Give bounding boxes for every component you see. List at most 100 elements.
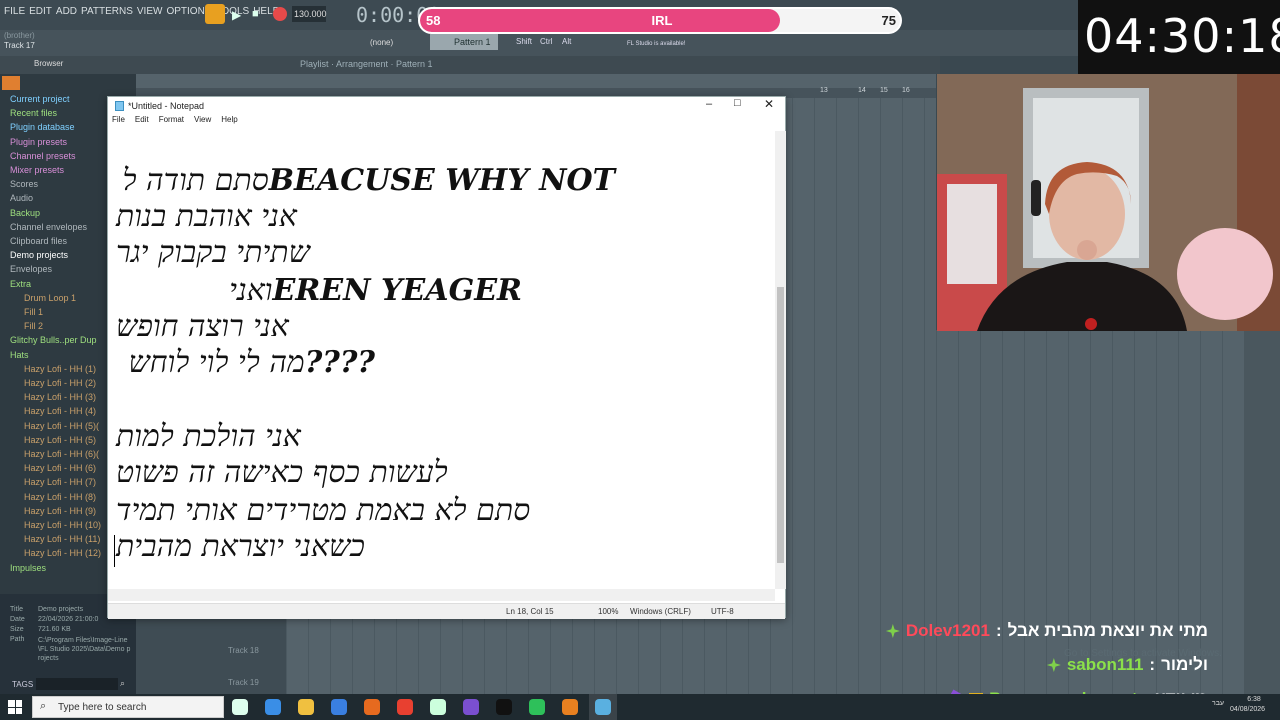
shift-button[interactable]: Shift bbox=[516, 37, 532, 46]
mail-icon[interactable] bbox=[331, 699, 347, 715]
hebrew-text: ואני bbox=[229, 273, 273, 308]
browser-item[interactable]: Channel presets bbox=[10, 151, 76, 161]
track-name: Track 17 bbox=[4, 41, 35, 50]
browser-item[interactable]: Backup bbox=[10, 208, 40, 218]
windows-start-icon[interactable] bbox=[8, 700, 22, 714]
browser-item[interactable]: Hazy Lofi - HH (9) bbox=[24, 506, 96, 516]
snap-select[interactable]: (none) bbox=[370, 38, 393, 47]
menu-view[interactable]: VIEW bbox=[137, 6, 163, 17]
tray-language[interactable]: עבר bbox=[1212, 700, 1224, 707]
menu-file[interactable]: FILE bbox=[4, 6, 25, 17]
browser-item[interactable]: Impulses bbox=[10, 563, 46, 573]
browser-item[interactable]: Hazy Lofi - HH (2) bbox=[24, 378, 96, 388]
store-icon[interactable] bbox=[430, 699, 446, 715]
browser-item[interactable]: Current project bbox=[10, 94, 70, 104]
np-menu-view[interactable]: View bbox=[194, 115, 211, 131]
grid-line bbox=[814, 98, 815, 694]
file-explorer-icon[interactable] bbox=[298, 699, 314, 715]
track-18-label: Track 18 bbox=[228, 646, 259, 655]
stop-icon[interactable]: ■ bbox=[252, 8, 259, 20]
browser-item[interactable]: Clipboard files bbox=[10, 236, 67, 246]
taskbar-search[interactable]: ⌕ Type here to search bbox=[32, 696, 224, 718]
record-icon[interactable] bbox=[273, 7, 287, 21]
browser-item[interactable]: Hazy Lofi - HH (5) bbox=[24, 435, 96, 445]
spotify-icon[interactable] bbox=[529, 699, 545, 715]
notepad-hscrollbar[interactable] bbox=[108, 589, 775, 601]
browser-item[interactable]: Hazy Lofi - HH (6) bbox=[24, 463, 96, 473]
tray-time[interactable]: 6:38 bbox=[1236, 696, 1272, 703]
webcam-image bbox=[937, 74, 1280, 331]
search-icon[interactable]: ⌕ bbox=[120, 678, 125, 689]
browser-item[interactable]: Hazy Lofi - HH (5)( bbox=[24, 421, 99, 431]
pat-song-toggle[interactable] bbox=[205, 4, 225, 24]
browser-item[interactable]: Hazy Lofi - HH (6)( bbox=[24, 449, 99, 459]
browser-item[interactable]: Hazy Lofi - HH (8) bbox=[24, 492, 96, 502]
close-icon[interactable]: ✕ bbox=[764, 97, 774, 111]
menu-edit[interactable]: EDIT bbox=[29, 6, 52, 17]
np-menu-edit[interactable]: Edit bbox=[135, 115, 149, 131]
browser-item[interactable]: Mixer presets bbox=[10, 165, 64, 175]
browser-item[interactable]: Channel envelopes bbox=[10, 222, 87, 232]
steam-icon[interactable] bbox=[496, 699, 512, 715]
notepad-scroll-thumb[interactable] bbox=[777, 287, 784, 563]
notepad-window: *Untitled - Notepad – □ ✕ File Edit Form… bbox=[107, 96, 786, 619]
hebrew-text: אני רוצה חופש bbox=[116, 309, 289, 344]
notepad-line: סתם לא באמת מטרידים אותי תמיד bbox=[116, 493, 530, 528]
firefox-icon[interactable] bbox=[364, 699, 380, 715]
np-menu-file[interactable]: File bbox=[112, 115, 125, 131]
alt-button[interactable]: Alt bbox=[562, 37, 571, 46]
browser-item[interactable]: Hazy Lofi - HH (4) bbox=[24, 406, 96, 416]
notepad-vscrollbar[interactable] bbox=[775, 131, 786, 589]
edge-icon[interactable] bbox=[265, 699, 281, 715]
browser-item[interactable]: Hazy Lofi - HH (11) bbox=[24, 534, 100, 544]
browser-item[interactable]: Hazy Lofi - HH (10) bbox=[24, 520, 101, 530]
grid-line bbox=[836, 98, 837, 694]
grid-line bbox=[1222, 330, 1223, 694]
tempo-display[interactable]: 130.000 bbox=[292, 6, 327, 22]
browser-item[interactable]: Hazy Lofi - HH (3) bbox=[24, 392, 96, 402]
browser-item[interactable]: Envelopes bbox=[10, 264, 52, 274]
minimize-icon[interactable]: – bbox=[706, 98, 712, 110]
latin-text: EREN YEAGER bbox=[272, 273, 522, 308]
browser-plus-icon[interactable] bbox=[2, 76, 20, 90]
pattern-selector[interactable]: Pattern 1 bbox=[430, 34, 498, 50]
np-menu-format[interactable]: Format bbox=[159, 115, 184, 131]
browser-item[interactable]: Extra bbox=[10, 279, 31, 289]
fl-studio-icon[interactable] bbox=[562, 699, 578, 715]
task-view-icon[interactable] bbox=[232, 699, 248, 715]
chrome-icon[interactable] bbox=[397, 699, 413, 715]
browser-item[interactable]: Fill 1 bbox=[24, 307, 43, 317]
chat-username: sabon111 bbox=[1066, 655, 1144, 674]
browser-item[interactable]: Hats bbox=[10, 350, 29, 360]
tags-input[interactable] bbox=[36, 678, 118, 690]
text-caret bbox=[114, 535, 115, 567]
info-size: 721.60 KB bbox=[38, 626, 71, 633]
browser-item[interactable]: Drum Loop 1 bbox=[24, 293, 76, 303]
browser-item[interactable]: Scores bbox=[10, 179, 38, 189]
status-eol: Windows (CRLF) bbox=[630, 607, 691, 616]
np-menu-help[interactable]: Help bbox=[221, 115, 237, 131]
track-19-label: Track 19 bbox=[228, 678, 259, 687]
obs-icon[interactable] bbox=[463, 699, 479, 715]
play-icon[interactable]: ▶ bbox=[232, 8, 241, 22]
browser-item[interactable]: Hazy Lofi - HH (7) bbox=[24, 477, 96, 487]
notepad-app-icon[interactable] bbox=[595, 699, 611, 715]
menu-add[interactable]: ADD bbox=[56, 6, 77, 17]
tray-date[interactable]: 04/08/2026 bbox=[1230, 706, 1265, 713]
notepad-line: אני הולכת למות bbox=[116, 419, 301, 454]
browser-item[interactable]: Fill 2 bbox=[24, 321, 43, 331]
browser-item[interactable]: Hazy Lofi - HH (12) bbox=[24, 548, 101, 558]
browser-item[interactable]: Audio bbox=[10, 193, 33, 203]
status-encoding: UTF-8 bbox=[711, 607, 734, 616]
browser-item[interactable]: Hazy Lofi - HH (1) bbox=[24, 364, 96, 374]
notepad-text-area[interactable]: BEACUSE WHY NOTסתם תודה ל אני אוהבת בנות ש… bbox=[108, 131, 775, 587]
maximize-icon[interactable]: □ bbox=[734, 97, 741, 109]
browser-label[interactable]: Browser bbox=[34, 59, 63, 68]
browser-item[interactable]: Recent files bbox=[10, 108, 57, 118]
browser-item[interactable]: Plugin presets bbox=[10, 137, 67, 147]
menu-patterns[interactable]: PATTERNS bbox=[81, 6, 133, 17]
browser-item[interactable]: Demo projects bbox=[10, 250, 68, 260]
ctrl-button[interactable]: Ctrl bbox=[540, 37, 552, 46]
browser-item[interactable]: Glitchy Bulls..per Dup bbox=[10, 335, 97, 345]
browser-item[interactable]: Plugin database bbox=[10, 122, 75, 132]
